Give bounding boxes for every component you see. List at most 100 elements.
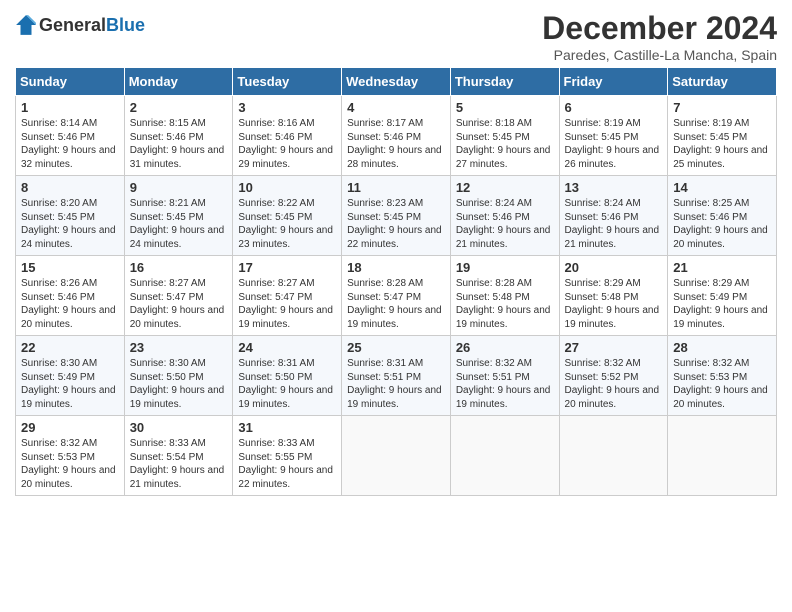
calendar-week-row: 8Sunrise: 8:20 AMSunset: 5:45 PMDaylight…	[16, 176, 777, 256]
day-number: 10	[238, 180, 336, 195]
cell-text: Sunrise: 8:15 AMSunset: 5:46 PMDaylight:…	[130, 118, 225, 170]
day-number: 11	[347, 180, 445, 195]
cell-text: Sunrise: 8:27 AMSunset: 5:47 PMDaylight:…	[238, 278, 333, 330]
cell-text: Sunrise: 8:32 AMSunset: 5:52 PMDaylight:…	[565, 358, 660, 410]
col-monday: Monday	[124, 68, 233, 96]
cell-text: Sunrise: 8:24 AMSunset: 5:46 PMDaylight:…	[565, 198, 660, 250]
table-row: 14 Sunrise: 8:25 AMSunset: 5:46 PMDayligh…	[668, 176, 777, 256]
table-row: 8Sunrise: 8:20 AMSunset: 5:45 PMDaylight…	[16, 176, 125, 256]
table-row	[559, 416, 668, 496]
day-number: 18	[347, 260, 445, 275]
logo-icon	[15, 14, 37, 36]
calendar-week-row: 22 Sunrise: 8:30 AMSunset: 5:49 PMDayligh…	[16, 336, 777, 416]
calendar-header-row: Sunday Monday Tuesday Wednesday Thursday…	[16, 68, 777, 96]
cell-text: Sunrise: 8:20 AMSunset: 5:45 PMDaylight:…	[21, 198, 116, 250]
day-number: 1	[21, 100, 119, 115]
table-row: 31 Sunrise: 8:33 AMSunset: 5:55 PMDayligh…	[233, 416, 342, 496]
page-header: GeneralBlue December 2024 Paredes, Casti…	[15, 10, 777, 63]
cell-text: Sunrise: 8:32 AMSunset: 5:53 PMDaylight:…	[673, 358, 768, 410]
cell-text: Sunrise: 8:19 AMSunset: 5:45 PMDaylight:…	[673, 118, 768, 170]
col-saturday: Saturday	[668, 68, 777, 96]
day-number: 31	[238, 420, 336, 435]
table-row: 21 Sunrise: 8:29 AMSunset: 5:49 PMDayligh…	[668, 256, 777, 336]
table-row: 2 Sunrise: 8:15 AMSunset: 5:46 PMDaylight…	[124, 96, 233, 176]
table-row: 15 Sunrise: 8:26 AMSunset: 5:46 PMDayligh…	[16, 256, 125, 336]
day-number: 15	[21, 260, 119, 275]
cell-text: Sunrise: 8:33 AMSunset: 5:54 PMDaylight:…	[130, 438, 225, 490]
table-row: 22 Sunrise: 8:30 AMSunset: 5:49 PMDayligh…	[16, 336, 125, 416]
col-thursday: Thursday	[450, 68, 559, 96]
day-number: 29	[21, 420, 119, 435]
logo-general: General	[39, 15, 106, 35]
logo-blue: Blue	[106, 15, 145, 35]
table-row: 10 Sunrise: 8:22 AMSunset: 5:45 PMDayligh…	[233, 176, 342, 256]
table-row: 9 Sunrise: 8:21 AMSunset: 5:45 PMDaylight…	[124, 176, 233, 256]
table-row: 13Sunrise: 8:24 AMSunset: 5:46 PMDayligh…	[559, 176, 668, 256]
cell-text: Sunrise: 8:18 AMSunset: 5:45 PMDaylight:…	[456, 118, 551, 170]
table-row: 17 Sunrise: 8:27 AMSunset: 5:47 PMDayligh…	[233, 256, 342, 336]
cell-text: Sunrise: 8:21 AMSunset: 5:45 PMDaylight:…	[130, 198, 225, 250]
table-row: 19 Sunrise: 8:28 AMSunset: 5:48 PMDayligh…	[450, 256, 559, 336]
day-number: 20	[565, 260, 663, 275]
cell-text: Sunrise: 8:33 AMSunset: 5:55 PMDaylight:…	[238, 438, 333, 490]
calendar-week-row: 29 Sunrise: 8:32 AMSunset: 5:53 PMDayligh…	[16, 416, 777, 496]
table-row: 24Sunrise: 8:31 AMSunset: 5:50 PMDayligh…	[233, 336, 342, 416]
day-number: 25	[347, 340, 445, 355]
logo: GeneralBlue	[15, 14, 145, 36]
table-row: 29 Sunrise: 8:32 AMSunset: 5:53 PMDayligh…	[16, 416, 125, 496]
day-number: 17	[238, 260, 336, 275]
cell-text: Sunrise: 8:26 AMSunset: 5:46 PMDaylight:…	[21, 278, 116, 330]
day-number: 16	[130, 260, 228, 275]
month-title: December 2024	[542, 10, 777, 47]
day-number: 28	[673, 340, 771, 355]
day-number: 9	[130, 180, 228, 195]
day-number: 24	[238, 340, 336, 355]
cell-text: Sunrise: 8:14 AMSunset: 5:46 PMDaylight:…	[21, 118, 116, 170]
cell-text: Sunrise: 8:29 AMSunset: 5:49 PMDaylight:…	[673, 278, 768, 330]
table-row: 16 Sunrise: 8:27 AMSunset: 5:47 PMDayligh…	[124, 256, 233, 336]
table-row: 20Sunrise: 8:29 AMSunset: 5:48 PMDayligh…	[559, 256, 668, 336]
table-row: 25 Sunrise: 8:31 AMSunset: 5:51 PMDayligh…	[342, 336, 451, 416]
table-row: 18 Sunrise: 8:28 AMSunset: 5:47 PMDayligh…	[342, 256, 451, 336]
col-sunday: Sunday	[16, 68, 125, 96]
day-number: 19	[456, 260, 554, 275]
cell-text: Sunrise: 8:32 AMSunset: 5:51 PMDaylight:…	[456, 358, 551, 410]
cell-text: Sunrise: 8:22 AMSunset: 5:45 PMDaylight:…	[238, 198, 333, 250]
day-number: 6	[565, 100, 663, 115]
cell-text: Sunrise: 8:30 AMSunset: 5:49 PMDaylight:…	[21, 358, 116, 410]
cell-text: Sunrise: 8:28 AMSunset: 5:47 PMDaylight:…	[347, 278, 442, 330]
day-number: 14	[673, 180, 771, 195]
cell-text: Sunrise: 8:23 AMSunset: 5:45 PMDaylight:…	[347, 198, 442, 250]
table-row: 4 Sunrise: 8:17 AMSunset: 5:46 PMDaylight…	[342, 96, 451, 176]
cell-text: Sunrise: 8:17 AMSunset: 5:46 PMDaylight:…	[347, 118, 442, 170]
cell-text: Sunrise: 8:28 AMSunset: 5:48 PMDaylight:…	[456, 278, 551, 330]
day-number: 26	[456, 340, 554, 355]
cell-text: Sunrise: 8:31 AMSunset: 5:51 PMDaylight:…	[347, 358, 442, 410]
table-row: 23Sunrise: 8:30 AMSunset: 5:50 PMDayligh…	[124, 336, 233, 416]
cell-text: Sunrise: 8:25 AMSunset: 5:46 PMDaylight:…	[673, 198, 768, 250]
table-row: 30Sunrise: 8:33 AMSunset: 5:54 PMDayligh…	[124, 416, 233, 496]
table-row: 27Sunrise: 8:32 AMSunset: 5:52 PMDayligh…	[559, 336, 668, 416]
table-row	[342, 416, 451, 496]
calendar-week-row: 15 Sunrise: 8:26 AMSunset: 5:46 PMDayligh…	[16, 256, 777, 336]
table-row: 12Sunrise: 8:24 AMSunset: 5:46 PMDayligh…	[450, 176, 559, 256]
table-row: 28 Sunrise: 8:32 AMSunset: 5:53 PMDayligh…	[668, 336, 777, 416]
day-number: 22	[21, 340, 119, 355]
cell-text: Sunrise: 8:16 AMSunset: 5:46 PMDaylight:…	[238, 118, 333, 170]
day-number: 2	[130, 100, 228, 115]
day-number: 4	[347, 100, 445, 115]
cell-text: Sunrise: 8:30 AMSunset: 5:50 PMDaylight:…	[130, 358, 225, 410]
cell-text: Sunrise: 8:27 AMSunset: 5:47 PMDaylight:…	[130, 278, 225, 330]
calendar-table: Sunday Monday Tuesday Wednesday Thursday…	[15, 67, 777, 496]
col-wednesday: Wednesday	[342, 68, 451, 96]
table-row: 7Sunrise: 8:19 AMSunset: 5:45 PMDaylight…	[668, 96, 777, 176]
day-number: 12	[456, 180, 554, 195]
title-block: December 2024 Paredes, Castille-La Manch…	[542, 10, 777, 63]
table-row: 1 Sunrise: 8:14 AMSunset: 5:46 PMDaylight…	[16, 96, 125, 176]
page-container: GeneralBlue December 2024 Paredes, Casti…	[0, 0, 792, 506]
table-row: 3Sunrise: 8:16 AMSunset: 5:46 PMDaylight…	[233, 96, 342, 176]
day-number: 21	[673, 260, 771, 275]
cell-text: Sunrise: 8:32 AMSunset: 5:53 PMDaylight:…	[21, 438, 116, 490]
col-tuesday: Tuesday	[233, 68, 342, 96]
col-friday: Friday	[559, 68, 668, 96]
